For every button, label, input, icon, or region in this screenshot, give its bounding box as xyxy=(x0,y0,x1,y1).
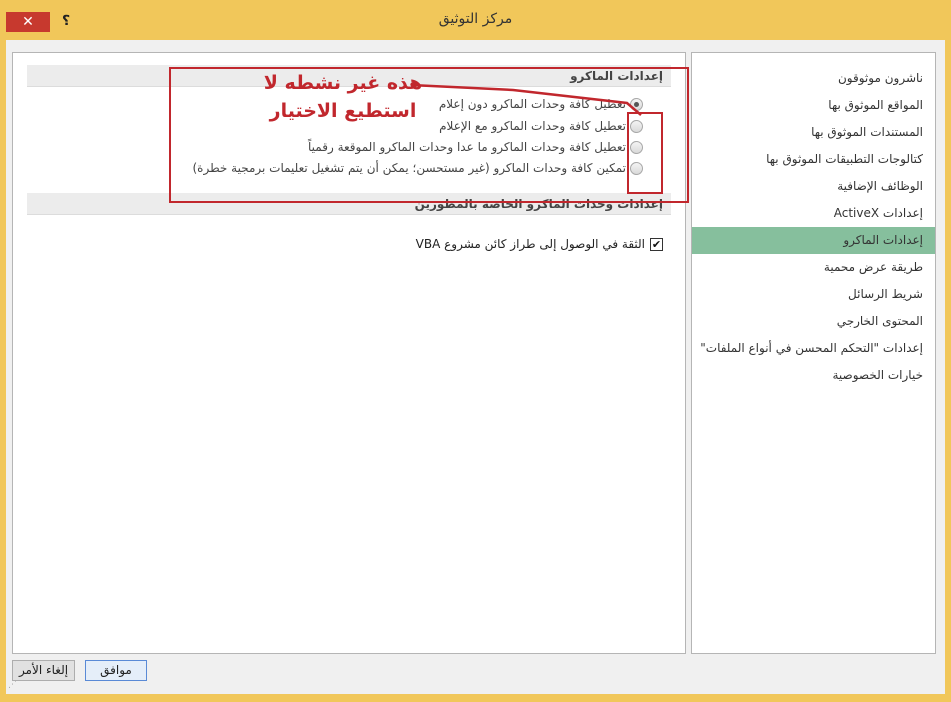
sidebar-item-trusted-documents[interactable]: المستندات الموثوق بها xyxy=(692,119,935,146)
category-sidebar: ناشرون موثوقون المواقع الموثوق بها المست… xyxy=(691,52,936,654)
sidebar-item-trusted-locations[interactable]: المواقع الموثوق بها xyxy=(692,92,935,119)
settings-pane: إعدادات الماكرو تعطيل كافة وحدات الماكرو… xyxy=(12,52,689,654)
trust-center-window: مركز التوثيق ✕ ؟ ناشرون موثوقون المواقع … xyxy=(0,0,951,702)
close-button[interactable]: ✕ xyxy=(6,12,50,32)
vba-trust-checkbox[interactable]: ✔ xyxy=(650,238,663,251)
sidebar-item-macro-settings[interactable]: إعدادات الماكرو xyxy=(692,227,935,254)
cancel-button[interactable]: إلغاء الأمر xyxy=(12,660,75,681)
sidebar-item-trusted-app-catalogs[interactable]: كتالوجات التطبيقات الموثوق بها xyxy=(692,146,935,173)
dialog-client-area: ناشرون موثوقون المواقع الموثوق بها المست… xyxy=(6,40,945,694)
title-bar: مركز التوثيق ✕ ؟ xyxy=(0,0,951,40)
vba-trust-checkbox-row[interactable]: ✔ الثقة في الوصول إلى طراز كائن مشروع VBA xyxy=(393,237,663,255)
vba-trust-label: الثقة في الوصول إلى طراز كائن مشروع VBA xyxy=(415,237,645,251)
ok-button[interactable]: موافق xyxy=(85,660,147,681)
sidebar-item-file-block-settings[interactable]: إعدادات "التحكم المحسن في أنواع الملفات" xyxy=(692,335,935,362)
sidebar-item-trusted-publishers[interactable]: ناشرون موثوقون xyxy=(692,65,935,92)
sidebar-item-message-bar[interactable]: شريط الرسائل xyxy=(692,281,935,308)
sidebar-item-protected-view[interactable]: طريقة عرض محمية xyxy=(692,254,935,281)
sidebar-item-activex-settings[interactable]: إعدادات ActiveX xyxy=(692,200,935,227)
sidebar-item-privacy-options[interactable]: خيارات الخصوصية xyxy=(692,362,935,389)
sidebar-item-add-ins[interactable]: الوظائف الإضافية xyxy=(692,173,935,200)
resize-grip-icon[interactable]: ⋰ xyxy=(8,680,18,690)
window-title: مركز التوثيق xyxy=(438,11,513,27)
help-button[interactable]: ؟ xyxy=(58,11,74,31)
annotation-text: هذه غير نشطه لا استطيع الاختيار xyxy=(263,72,423,122)
sidebar-item-external-content[interactable]: المحتوى الخارجي xyxy=(692,308,935,335)
annotation-radio-highlight xyxy=(627,112,663,194)
